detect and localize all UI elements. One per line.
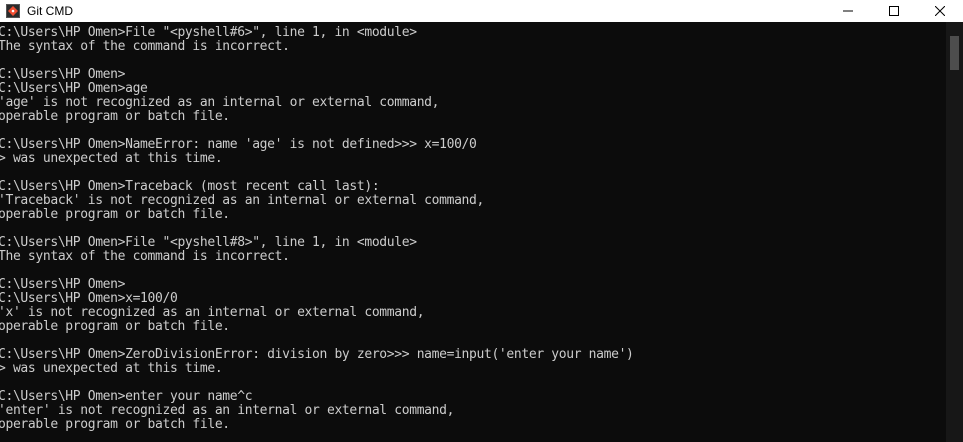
window-title: Git CMD [27, 4, 73, 18]
console-line: C:\Users\HP Omen>ZeroDivisionError: divi… [0, 347, 634, 362]
console-line: The syntax of the command is incorrect. [0, 39, 290, 54]
console-line: operable program or batch file. [0, 207, 230, 222]
console-line: C:\Users\HP Omen>enter your name^c [0, 389, 253, 404]
console-output[interactable]: C:\Users\HP Omen>File "<pyshell#6>", lin… [0, 22, 946, 442]
console-line: operable program or batch file. [0, 417, 230, 432]
scrollbar-thumb[interactable] [950, 36, 959, 70]
vertical-scrollbar[interactable] [946, 22, 963, 442]
minimize-icon [843, 10, 853, 12]
console-line: C:\Users\HP Omen> [0, 67, 126, 82]
window-controls [825, 0, 963, 22]
console-line: 'enter' is not recognized as an internal… [0, 403, 455, 418]
maximize-button[interactable] [871, 0, 917, 22]
console-line: C:\Users\HP Omen>age [0, 81, 148, 96]
maximize-icon [889, 6, 899, 16]
console-line: C:\Users\HP Omen>File "<pyshell#6>", lin… [0, 25, 417, 40]
console-line: The syntax of the command is incorrect. [0, 249, 290, 264]
console-line: > was unexpected at this time. [0, 361, 223, 376]
console-line: 'Traceback' is not recognized as an inte… [0, 193, 484, 208]
close-icon [935, 6, 945, 16]
console-line: operable program or batch file. [0, 109, 230, 124]
console-line: C:\Users\HP Omen>x=100/0 [0, 291, 178, 306]
console-line: C:\Users\HP Omen>Traceback (most recent … [0, 179, 380, 194]
title-bar[interactable]: Git CMD [0, 0, 963, 22]
console-line: C:\Users\HP Omen>File "<pyshell#8>", lin… [0, 235, 417, 250]
console-line: C:\Users\HP Omen> [0, 277, 126, 292]
console-line: operable program or batch file. [0, 319, 230, 334]
console-line: 'age' is not recognized as an internal o… [0, 95, 440, 110]
console-line: C:\Users\HP Omen>NameError: name 'age' i… [0, 137, 477, 152]
console-line: > was unexpected at this time. [0, 151, 223, 166]
git-cmd-icon[interactable] [5, 3, 21, 19]
minimize-button[interactable] [825, 0, 871, 22]
close-button[interactable] [917, 0, 963, 22]
git-cmd-window: Git CMD C:\Users\HP Omen>File "<pyshell#… [0, 0, 963, 442]
console-line: 'x' is not recognized as an internal or … [0, 305, 425, 320]
